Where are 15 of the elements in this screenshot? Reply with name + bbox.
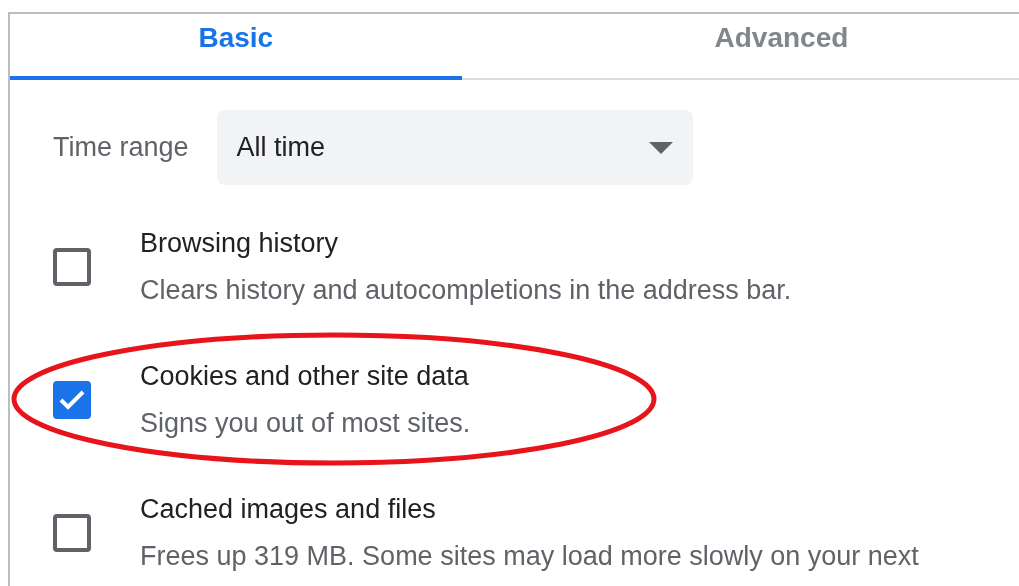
time-range-label: Time range: [53, 132, 189, 163]
option-description: Frees up 319 MB. Some sites may load more slowly on your next: [140, 541, 919, 572]
option-description: Signs you out of most sites.: [140, 408, 471, 439]
checkbox[interactable]: [53, 514, 91, 552]
checkbox[interactable]: [53, 381, 91, 419]
check-icon: [59, 390, 85, 410]
option-title: Browsing history: [140, 228, 340, 259]
option-description: Clears history and autocompletions in the address bar.: [140, 275, 792, 306]
option-title: Cached images and files: [140, 494, 437, 525]
tab[interactable]: Advanced: [461, 14, 1019, 80]
caret-icon: [648, 141, 673, 154]
option-title: Cookies and other site data: [140, 361, 470, 392]
time-range-dropdown[interactable]: All time: [216, 110, 693, 185]
checkbox[interactable]: [53, 248, 91, 286]
tab[interactable]: Basic: [10, 14, 462, 80]
